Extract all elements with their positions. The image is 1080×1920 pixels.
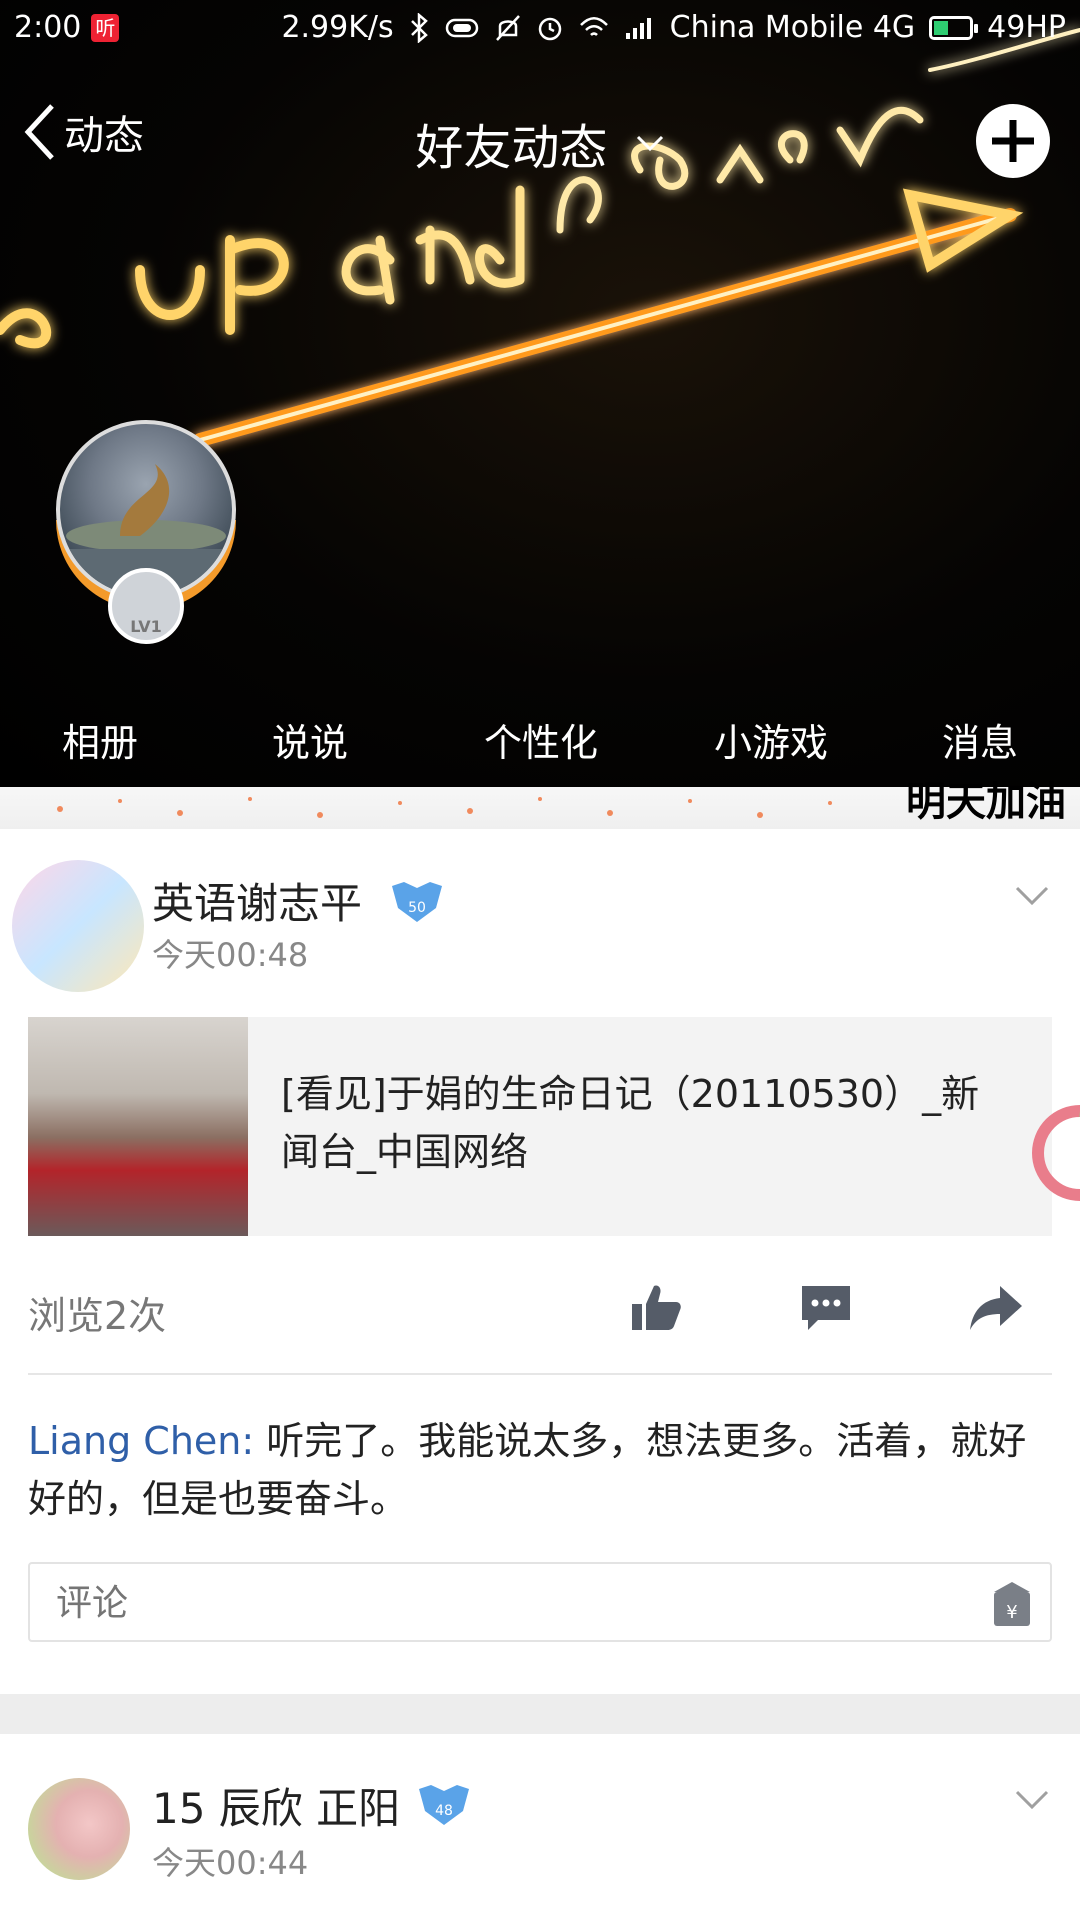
add-button[interactable] [976,104,1050,178]
carrier-label: China Mobile 4G [669,10,916,45]
post-author-avatar[interactable] [12,860,144,992]
tab-mini-games[interactable]: 小游戏 [714,712,828,767]
vip-level: 50 [408,900,426,916]
section-separator [0,1694,1080,1734]
battery-text: 49HP [987,10,1066,45]
view-count: 浏览2次 [28,1294,167,1338]
vip-wing-badge: 50 [392,882,442,922]
banner-text: 明天加油 [906,778,1066,825]
vip-wing-badge: 48 [419,1785,469,1825]
comment: Liang Chen: 听完了。我能说太多，想法更多。活着，就好好的，但是也要奋… [28,1412,1052,1528]
chevron-down-icon [636,135,663,152]
comment-icon[interactable] [798,1280,854,1336]
top-nav: 动态 好友动态 [0,90,1080,190]
comment-input[interactable] [54,1564,958,1642]
network-speed: 2.99K/s [281,10,394,45]
signal-icon [625,18,651,39]
decor-banner: 明天加油 [0,778,1080,829]
tab-personalize[interactable]: 个性化 [484,712,598,767]
link-title: [看见]于娟的生命日记（20110530）_新闻台_中国网络 [281,1072,980,1174]
level-text: LV1 [130,617,162,636]
tab-messages[interactable]: 消息 [942,712,1018,767]
svg-text:¥: ¥ [1006,1602,1017,1623]
post-author-avatar[interactable] [28,1778,130,1880]
listen-app-icon: 听 [91,14,120,42]
floating-widget-icon[interactable] [1018,1103,1080,1203]
profile-header: 2:00 听 2.99K/s China Mobile 4G 49HP 动态 好… [0,0,1080,787]
title-dropdown[interactable]: 好友动态 [0,108,1080,178]
comment-input-box[interactable]: ¥ [28,1562,1052,1642]
gift-yuan-icon[interactable]: ¥ [992,1578,1032,1628]
tab-moments[interactable]: 说说 [272,712,348,767]
wifi-icon [579,17,608,36]
post-options-button[interactable] [1014,872,1050,918]
tab-album[interactable]: 相册 [62,712,138,767]
shared-link-card[interactable]: [看见]于娟的生命日记（20110530）_新闻台_中国网络 [28,1017,1052,1236]
comment-author[interactable]: Liang Chen [28,1419,241,1463]
profile-tabs: 相册 说说 个性化 小游戏 消息 [0,700,1080,770]
page-title: 好友动态 [415,120,608,176]
bluetooth-icon [410,13,428,43]
post-options-button[interactable] [1014,1776,1050,1822]
post-time: 今天00:48 [152,936,309,974]
chevron-down-icon [1015,886,1049,906]
mute-bell-icon [495,15,520,41]
status-bar: 2:00 听 2.99K/s China Mobile 4G 49HP [0,0,1080,56]
plus-icon [992,120,1034,162]
comment-separator: : [241,1419,267,1463]
post-author-name[interactable]: 英语谢志平 [152,870,362,931]
vip-level: 48 [435,1803,453,1819]
vibrate-icon [445,18,478,38]
divider [28,1373,1052,1375]
post-time: 今天00:44 [152,1844,309,1882]
clock: 2:00 [14,10,82,45]
level-badge: LV1 [108,568,184,644]
share-icon[interactable] [968,1280,1024,1336]
post-author-name[interactable]: 15 辰欣 正阳 [152,1775,400,1836]
like-icon[interactable] [628,1280,684,1336]
alarm-icon [538,17,561,41]
chevron-down-icon [1015,1790,1049,1810]
link-thumbnail [28,1017,248,1236]
battery-icon [929,16,979,40]
